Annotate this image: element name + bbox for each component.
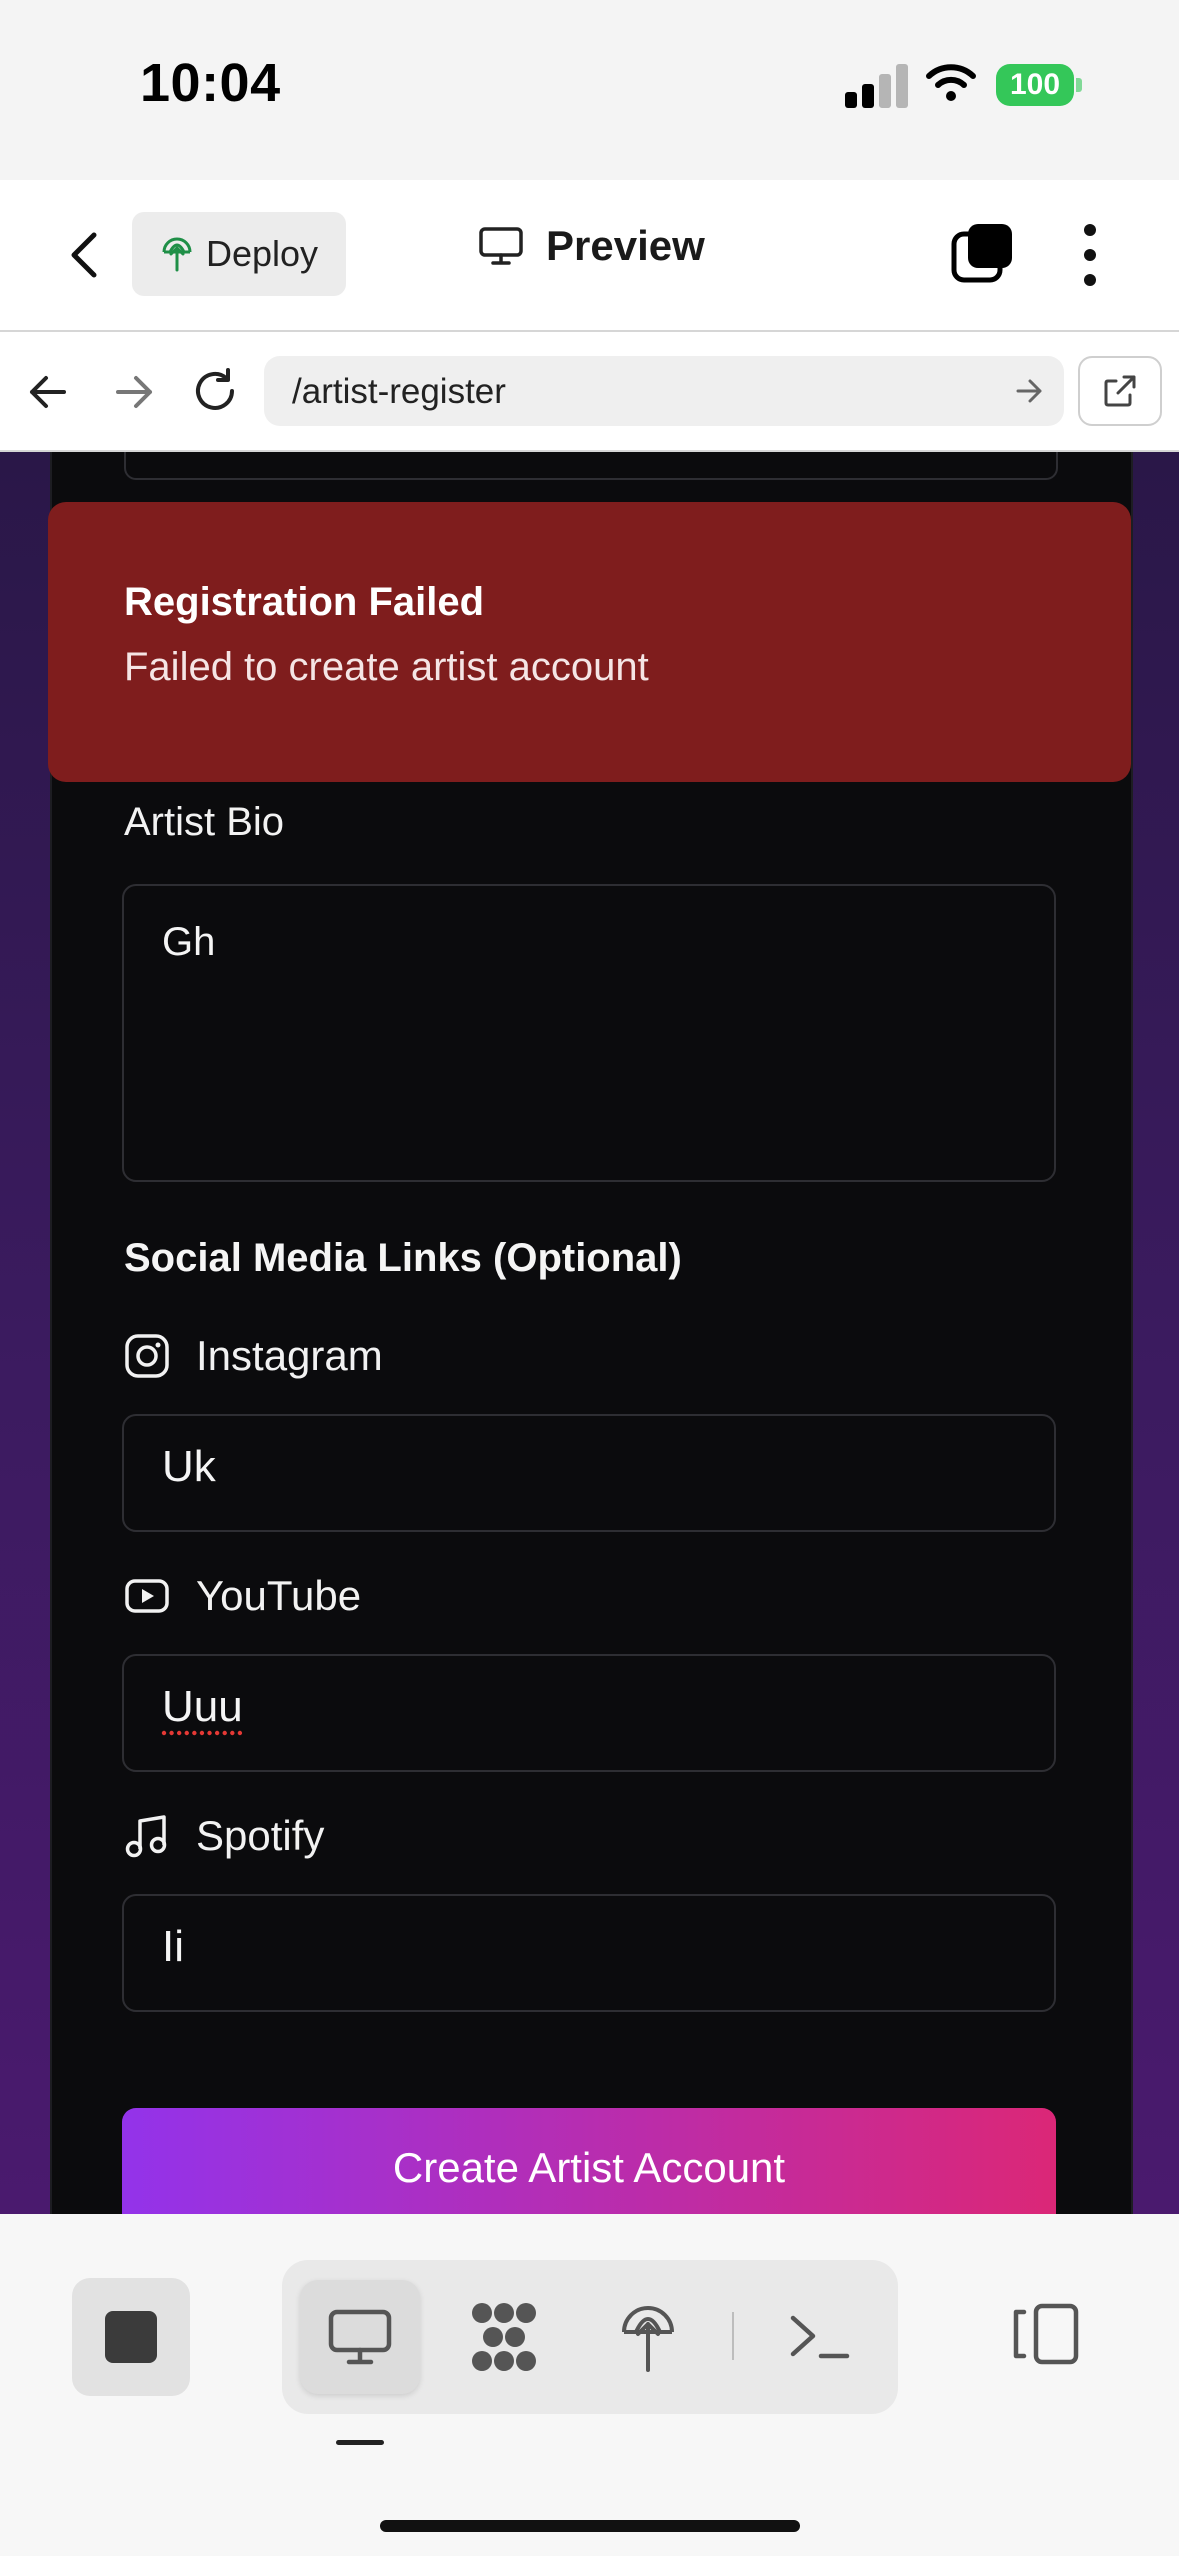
spotify-label: Spotify xyxy=(196,1812,325,1859)
youtube-label-row: YouTube xyxy=(124,1572,361,1620)
youtube-icon xyxy=(125,1579,169,1613)
external-link-icon xyxy=(1104,375,1136,407)
open-external-button[interactable] xyxy=(1078,356,1162,426)
youtube-value: Uuu xyxy=(162,1682,243,1731)
workflow-icon xyxy=(472,2303,536,2371)
battery-tip xyxy=(1076,78,1082,92)
stop-icon xyxy=(105,2311,157,2363)
battery-indicator: 100 xyxy=(996,64,1074,106)
cellular-signal-icon xyxy=(845,62,908,108)
arrow-left-icon[interactable] xyxy=(26,370,70,414)
spotify-label-row: Spotify xyxy=(124,1812,324,1860)
artist-bio-label: Artist Bio xyxy=(124,800,285,844)
more-vertical-icon[interactable] xyxy=(1070,220,1110,290)
youtube-label: YouTube xyxy=(196,1572,362,1619)
url-text: /artist-register xyxy=(292,372,506,411)
terminal-icon xyxy=(790,2315,850,2359)
deploy-icon xyxy=(622,2306,674,2372)
create-artist-account-button[interactable]: Create Artist Account xyxy=(122,2108,1056,2214)
deploy-icon xyxy=(162,237,192,272)
deploy-button[interactable]: Deploy xyxy=(132,212,346,296)
status-bar: 10:04 100 xyxy=(0,0,1179,180)
go-arrow-icon[interactable] xyxy=(1014,376,1044,406)
monitor-icon xyxy=(328,2309,392,2365)
deploy-tool-button[interactable] xyxy=(588,2280,708,2394)
url-bar: /artist-register xyxy=(0,332,1179,452)
app-header: Deploy Preview xyxy=(0,180,1179,332)
wifi-icon xyxy=(926,64,976,101)
spotify-value: Ii xyxy=(162,1922,184,1971)
bottom-toolbar xyxy=(0,2214,1179,2556)
back-chevron-icon[interactable] xyxy=(58,225,114,285)
instagram-icon xyxy=(125,1334,169,1378)
split-layout-icon[interactable] xyxy=(1008,2302,1084,2366)
arrow-right-icon[interactable] xyxy=(112,370,156,414)
music-note-icon xyxy=(125,1815,167,1858)
terminal-tool-button[interactable] xyxy=(760,2280,880,2394)
active-tab-indicator xyxy=(336,2440,384,2445)
workflow-tool-button[interactable] xyxy=(444,2280,564,2394)
artist-bio-textarea[interactable]: Gh xyxy=(122,884,1056,1182)
password-field[interactable] xyxy=(124,452,1058,480)
deploy-label: Deploy xyxy=(206,233,319,274)
instagram-label-row: Instagram xyxy=(124,1332,383,1380)
social-links-title: Social Media Links (Optional) xyxy=(124,1236,682,1280)
toast-message: Failed to create artist account xyxy=(124,645,649,689)
instagram-label: Instagram xyxy=(196,1332,383,1379)
youtube-input[interactable]: Uuu xyxy=(122,1654,1056,1772)
instagram-value: Uk xyxy=(162,1442,216,1491)
home-indicator xyxy=(380,2520,800,2532)
preview-label: Preview xyxy=(546,222,705,269)
spotify-input[interactable]: Ii xyxy=(122,1894,1056,2012)
preview-tool-button[interactable] xyxy=(300,2280,420,2394)
stop-button[interactable] xyxy=(72,2278,190,2396)
toolbar-divider xyxy=(732,2312,734,2360)
error-toast[interactable]: Registration Failed Failed to create art… xyxy=(48,502,1131,782)
status-time: 10:04 xyxy=(140,53,281,113)
preview-title: Preview xyxy=(478,222,705,270)
toast-title: Registration Failed xyxy=(124,580,485,624)
instagram-input[interactable]: Uk xyxy=(122,1414,1056,1532)
artist-bio-value: Gh xyxy=(162,920,216,964)
reload-icon[interactable] xyxy=(190,366,240,416)
url-input[interactable]: /artist-register xyxy=(264,356,1064,426)
tabs-icon[interactable] xyxy=(950,220,1016,286)
monitor-icon xyxy=(479,227,523,265)
tool-group xyxy=(282,2260,898,2414)
